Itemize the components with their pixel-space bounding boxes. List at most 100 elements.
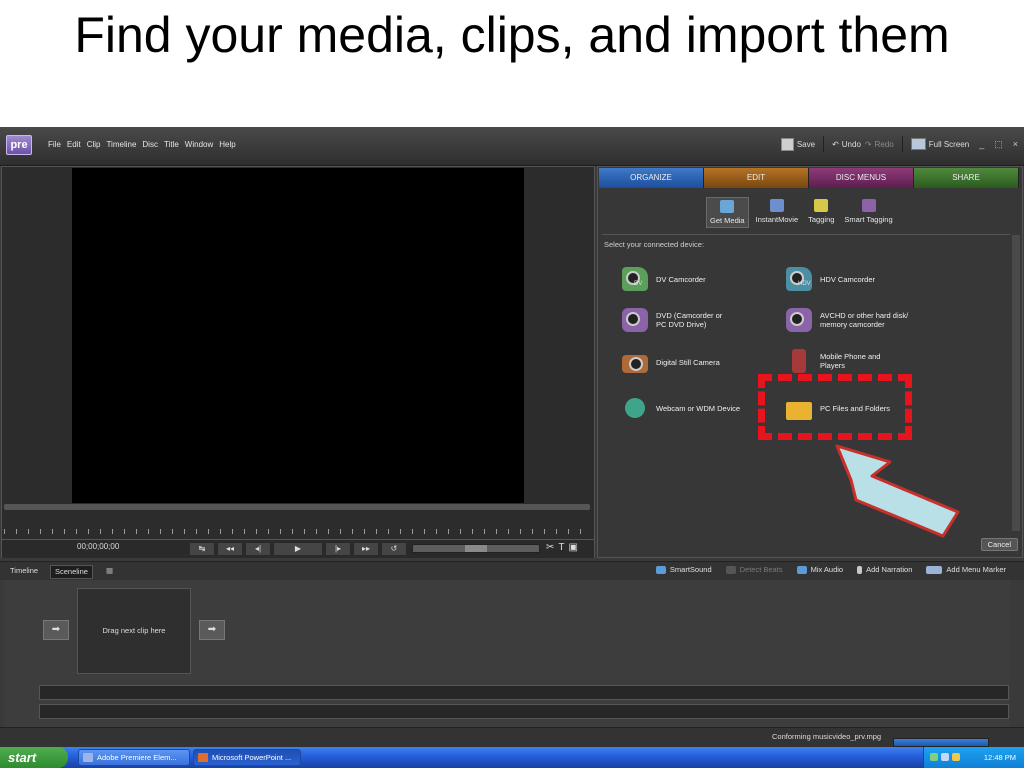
mix-audio-button[interactable]: Mix Audio (796, 565, 843, 574)
save-icon (780, 137, 794, 151)
subtab-smart-tagging[interactable]: Smart Tagging (841, 197, 895, 228)
highlight-box (758, 374, 912, 440)
audio-track[interactable] (39, 685, 1009, 700)
time-ruler[interactable] (4, 522, 590, 534)
menu-window[interactable]: Window (185, 140, 213, 149)
save-button[interactable]: Save (780, 137, 815, 151)
freeze-frame-icon[interactable]: ▣ (569, 542, 578, 553)
undo-label: Undo (841, 139, 861, 149)
menu-marker-icon (926, 565, 943, 574)
tab-sceneline[interactable]: Sceneline (50, 565, 93, 579)
windows-taskbar: start Adobe Premiere Elem... Microsoft P… (0, 747, 1024, 768)
detect-beats-button[interactable]: Detect Beats (725, 565, 783, 574)
add-text-icon[interactable]: T (558, 542, 564, 553)
loop-button[interactable]: ↺ (381, 542, 407, 556)
transport-controls: ↹ ◂◂ ◂| ▶ |▸ ▸▸ ↺ (189, 542, 407, 556)
subtab-instantmovie[interactable]: InstantMovie (753, 197, 802, 228)
redo-button[interactable]: ↷ Redo (865, 140, 894, 149)
smartsound-icon (655, 565, 666, 574)
close-button[interactable]: × (1013, 139, 1018, 149)
clock: 12:48 PM (983, 753, 1016, 762)
narration-track[interactable] (39, 704, 1009, 719)
status-text: Conforming musicvideo_prv.mpg (772, 732, 882, 741)
fullscreen-label: Full Screen (928, 139, 970, 149)
tab-share[interactable]: SHARE (914, 168, 1019, 188)
timecode: 00;00;00;00 (77, 542, 120, 551)
taskbar-powerpoint[interactable]: Microsoft PowerPoint ... (193, 749, 301, 766)
menu-help[interactable]: Help (219, 140, 235, 149)
get-media-icon (720, 200, 735, 213)
trim-button[interactable]: ↹ (189, 542, 215, 556)
tab-organize[interactable]: ORGANIZE (599, 168, 704, 188)
scrub-track[interactable] (4, 504, 590, 510)
undo-button[interactable]: ↶ Undo (832, 140, 861, 149)
fast-forward-button[interactable]: ▸▸ (353, 542, 379, 556)
start-button[interactable]: start (0, 747, 68, 768)
menu-bar: pre File Edit Clip Timeline Disc Title W… (0, 127, 1024, 166)
split-clip-icon[interactable]: ✂ (546, 542, 554, 553)
subtab-tagging[interactable]: Tagging (805, 197, 837, 228)
clip-drop-target[interactable]: Drag next clip here (77, 588, 191, 674)
webcam-icon (622, 396, 648, 420)
menu-timeline[interactable]: Timeline (106, 140, 136, 149)
smartsound-button[interactable]: SmartSound (655, 565, 712, 574)
tab-disc-menus[interactable]: DISC MENUS (809, 168, 914, 188)
subtab-label: InstantMovie (755, 215, 799, 224)
timeline-tools: SmartSound Detect Beats Mix Audio Add Na… (655, 565, 1006, 574)
smart-tagging-icon (861, 199, 876, 212)
shuttle-knob[interactable] (465, 545, 487, 552)
tab-timeline[interactable]: Timeline (6, 565, 42, 577)
task-tabs: ORGANIZE EDIT DISC MENUS SHARE (599, 168, 1019, 188)
detect-beats-icon (725, 565, 736, 574)
device-label: Webcam or WDM Device (656, 403, 741, 413)
volume-icon[interactable] (952, 753, 960, 761)
menu-clip[interactable]: Clip (87, 140, 101, 149)
rewind-button[interactable]: ◂◂ (217, 542, 243, 556)
menu-edit[interactable]: Edit (67, 140, 81, 149)
tagging-icon (814, 199, 829, 212)
device-list-scrollbar[interactable] (1012, 235, 1020, 531)
app-logo: pre (6, 135, 32, 155)
restore-button[interactable]: ⬚ (994, 139, 1003, 150)
device-hdv-camcorder[interactable]: HDV HDV Camcorder (786, 267, 875, 291)
step-forward-button[interactable]: |▸ (325, 542, 351, 556)
transition-slot[interactable]: ➡ (43, 620, 69, 640)
device-label: AVCHD or other hard disk/memory camcorde… (820, 311, 909, 329)
device-prompt: Select your connected device: (604, 240, 705, 249)
device-label: Mobile Phone and Players (820, 352, 881, 370)
device-dv-camcorder[interactable]: DV DV Camcorder (622, 267, 706, 291)
toolbar-divider (901, 136, 903, 152)
timeline-options-icon[interactable]: ▦ (102, 565, 117, 577)
top-toolbar: Save ↶ Undo ↷ Redo Full Screen _ ⬚ × (780, 136, 1018, 152)
menu-title[interactable]: Title (164, 140, 179, 149)
menu-disc[interactable]: Disc (142, 140, 158, 149)
hdv-camcorder-icon: HDV (786, 267, 812, 291)
shuttle-slider[interactable] (412, 544, 540, 553)
add-menu-marker-button[interactable]: Add Menu Marker (926, 565, 1006, 574)
add-narration-button[interactable]: Add Narration (857, 565, 912, 574)
transition-slot[interactable]: ➡ (199, 620, 225, 640)
device-avchd[interactable]: AVCHD or other hard disk/memory camcorde… (786, 308, 908, 332)
bluetooth-icon[interactable] (941, 753, 949, 761)
device-dvd[interactable]: DVD (Camcorder or PC DVD Drive) (622, 308, 722, 332)
device-mobile-phone[interactable]: Mobile Phone and Players (786, 349, 880, 373)
taskbar-premiere[interactable]: Adobe Premiere Elem... (78, 749, 190, 766)
fullscreen-button[interactable]: Full Screen (910, 138, 970, 150)
mobile-phone-icon (786, 349, 812, 373)
cancel-button[interactable]: Cancel (980, 538, 1018, 551)
sceneline-area: ➡ Drag next clip here ➡ (4, 580, 1010, 727)
play-button[interactable]: ▶ (273, 542, 323, 556)
tab-edit[interactable]: EDIT (704, 168, 809, 188)
device-still-camera[interactable]: Digital Still Camera (622, 352, 720, 373)
subtab-get-media[interactable]: Get Media (706, 197, 749, 228)
undo-icon: ↶ (832, 139, 839, 149)
tasks-panel: ORGANIZE EDIT DISC MENUS SHARE Get Media… (597, 166, 1023, 558)
avchd-camcorder-icon (786, 308, 812, 332)
device-webcam[interactable]: Webcam or WDM Device (622, 396, 740, 420)
step-back-button[interactable]: ◂| (245, 542, 271, 556)
minimize-button[interactable]: _ (979, 139, 984, 149)
player-controls: 00;00;00;00 ↹ ◂◂ ◂| ▶ |▸ ▸▸ ↺ ✂ T ▣ (2, 539, 594, 558)
network-icon[interactable] (930, 753, 938, 761)
menu-file[interactable]: File (48, 140, 61, 149)
dvd-camcorder-icon (622, 308, 648, 332)
